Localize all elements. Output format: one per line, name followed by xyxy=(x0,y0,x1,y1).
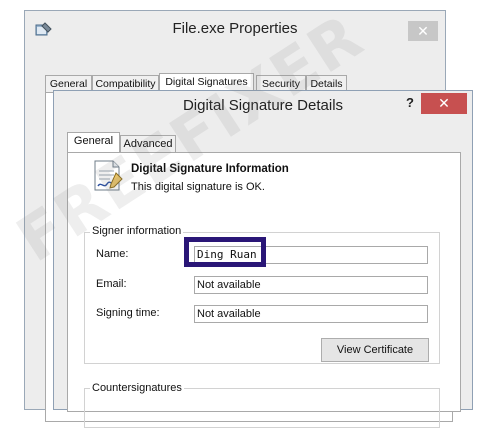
signature-details-dialog: Digital Signature Details ? ✕ General Ad… xyxy=(53,90,473,428)
signature-info-heading: Digital Signature Information xyxy=(131,163,289,175)
dialog-tab-general[interactable]: General xyxy=(67,132,120,154)
view-certificate-button[interactable]: View Certificate xyxy=(321,338,429,362)
countersignatures-group xyxy=(84,388,440,428)
dialog-tab-advanced[interactable]: Advanced xyxy=(120,135,176,153)
signer-information-label: Signer information xyxy=(90,225,184,237)
signature-status-text: This digital signature is OK. xyxy=(131,181,265,193)
signature-document-icon xyxy=(94,160,123,191)
name-highlight-box xyxy=(184,237,266,267)
countersignatures-label: Countersignatures xyxy=(90,382,184,394)
name-label: Name: xyxy=(96,248,129,260)
email-label: Email: xyxy=(96,278,127,290)
help-button[interactable]: ? xyxy=(403,95,417,110)
properties-title: File.exe Properties xyxy=(172,20,298,37)
signing-time-field[interactable]: Not available xyxy=(194,305,428,323)
properties-close-button[interactable]: ✕ xyxy=(408,21,438,41)
properties-title-bar: File.exe Properties xyxy=(25,11,445,51)
dialog-close-button[interactable]: ✕ xyxy=(421,93,467,114)
signing-time-label: Signing time: xyxy=(96,307,160,319)
email-field[interactable]: Not available xyxy=(194,276,428,294)
